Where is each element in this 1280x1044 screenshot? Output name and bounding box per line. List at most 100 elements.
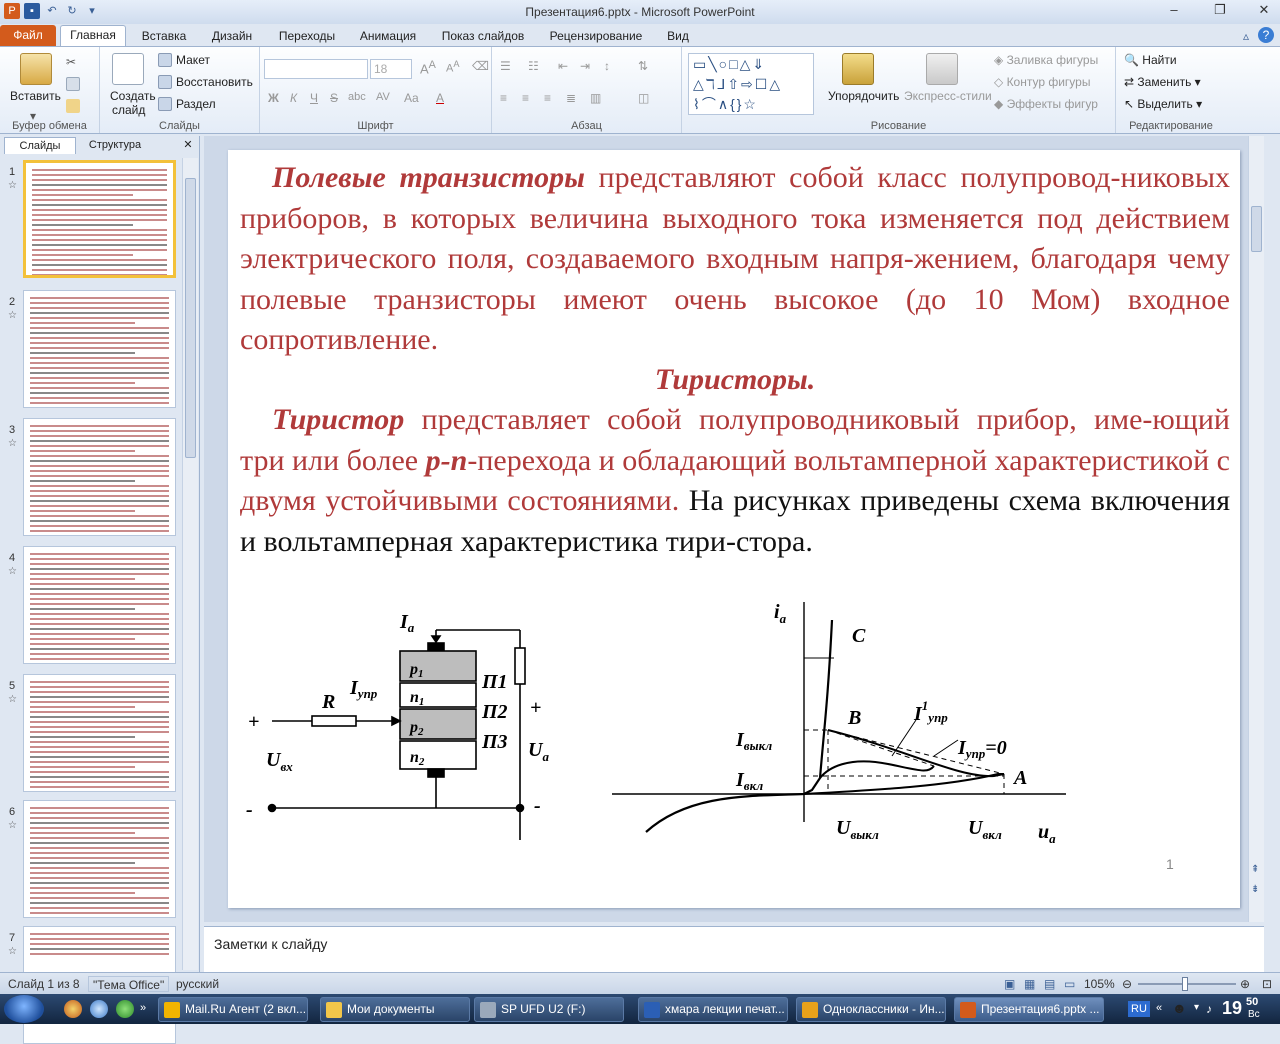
view-reading-icon[interactable]: ▤ — [1040, 976, 1059, 992]
zoom-out-icon[interactable]: ⊖ — [1118, 976, 1136, 992]
new-slide-line2[interactable]: слайд — [112, 103, 145, 117]
language-indicator[interactable]: RU — [1128, 1001, 1150, 1017]
clear-format-icon[interactable]: ⌫ — [472, 59, 489, 73]
replace-button[interactable]: ⇄ Заменить ▾ — [1124, 75, 1201, 89]
tray-arrow-icon[interactable]: ▾ — [1194, 1002, 1199, 1013]
reset-button[interactable]: Восстановить — [176, 75, 253, 89]
slide-canvas[interactable]: Полевые транзисторы представляют собой к… — [228, 150, 1240, 908]
taskbar-item[interactable]: SP UFD U2 (F:) — [474, 997, 624, 1022]
underline-button[interactable]: Ч — [310, 91, 318, 105]
tab-insert[interactable]: Вставка — [134, 27, 194, 46]
copy-icon[interactable] — [66, 77, 80, 91]
tab-transitions[interactable]: Переходы — [272, 27, 342, 46]
status-theme[interactable]: "Тема Office" — [88, 976, 170, 992]
clock-minutes[interactable]: 50 — [1246, 996, 1258, 1008]
tab-review[interactable]: Рецензирование — [544, 27, 648, 46]
strike-button[interactable]: S — [330, 91, 338, 105]
taskbar-item[interactable]: Mail.Ru Агент (2 вкл... — [158, 997, 308, 1022]
shape-fill-button[interactable]: ◈ Заливка фигуры — [994, 53, 1098, 67]
align-center-icon[interactable]: ≡ — [522, 91, 529, 105]
tab-file[interactable]: Файл — [0, 25, 56, 46]
reset-icon[interactable] — [158, 75, 172, 89]
slide-thumbnail[interactable] — [23, 546, 176, 664]
quicklaunch-more-icon[interactable]: » — [140, 1002, 146, 1014]
tab-slides[interactable]: Слайды — [4, 137, 76, 154]
slide-thumbnail[interactable] — [23, 290, 176, 408]
tray-expand-icon[interactable]: « — [1156, 1002, 1162, 1014]
ribbon-collapse-icon[interactable]: ▵ — [1238, 27, 1254, 46]
section-icon[interactable] — [158, 97, 172, 111]
zoom-level[interactable]: 105% — [1080, 976, 1119, 992]
shape-effects-button[interactable]: ◆ Эффекты фигур — [994, 97, 1098, 111]
shapes-gallery[interactable]: ▭╲○□△⇓ △ℸᒧ⇧⇨☐△ ⌇⌒∧{}☆ — [688, 53, 814, 115]
slide-thumbnail[interactable] — [23, 674, 176, 792]
new-slide-icon[interactable] — [112, 53, 144, 85]
editor-scrollbar[interactable]: ⇞ ⇟ — [1248, 136, 1264, 922]
tab-slideshow[interactable]: Показ слайдов — [436, 27, 530, 46]
layout-icon[interactable] — [158, 53, 172, 67]
align-right-icon[interactable]: ≡ — [544, 91, 551, 105]
cut-icon[interactable]: ✂ — [66, 55, 80, 69]
columns-icon[interactable]: ▥ — [590, 91, 601, 105]
help-icon[interactable]: ? — [1258, 27, 1274, 43]
tab-home[interactable]: Главная — [60, 25, 126, 46]
ie-quicklaunch-icon[interactable] — [90, 1000, 108, 1018]
find-button[interactable]: 🔍 Найти — [1124, 53, 1177, 67]
slide-thumbnail[interactable] — [23, 160, 176, 278]
start-button[interactable] — [4, 995, 44, 1023]
panel-close-icon[interactable]: ✕ — [180, 137, 196, 154]
zoom-in-icon[interactable]: ⊕ — [1236, 976, 1254, 992]
taskbar-item[interactable]: Одноклассники - Ин... — [796, 997, 946, 1022]
media-quicklaunch-icon[interactable] — [116, 1000, 134, 1018]
tab-outline[interactable]: Структура — [80, 137, 150, 154]
text-direction-icon[interactable]: ⇅ — [638, 59, 648, 73]
font-size-combo[interactable]: 18 — [370, 59, 412, 79]
slide-thumbnail[interactable] — [23, 418, 176, 536]
view-slideshow-icon[interactable]: ▭ — [1060, 976, 1079, 992]
zoom-slider-thumb[interactable] — [1182, 977, 1188, 991]
italic-button[interactable]: К — [290, 91, 297, 105]
taskbar-item[interactable]: Мои документы — [320, 997, 470, 1022]
font-name-combo[interactable] — [264, 59, 368, 79]
case-button[interactable]: Aa — [404, 91, 419, 105]
layout-button[interactable]: Макет — [176, 53, 210, 67]
taskbar-item[interactable]: хмара лекции печат... — [638, 997, 788, 1022]
minimize-button[interactable]: – — [1160, 0, 1188, 20]
bold-button[interactable]: Ж — [268, 91, 279, 105]
shadow-button[interactable]: abc — [348, 91, 366, 103]
restore-button[interactable]: ❐ — [1206, 0, 1234, 20]
paste-icon[interactable] — [20, 53, 52, 85]
section-button[interactable]: Раздел — [176, 97, 216, 111]
volume-icon[interactable]: ♪ — [1206, 1002, 1212, 1016]
agent-tray-icon[interactable]: ☻ — [1172, 1000, 1187, 1016]
close-button[interactable]: ✕ — [1250, 0, 1278, 20]
paragraph-field-transistors[interactable]: Полевые транзисторы представляют собой к… — [240, 158, 1230, 361]
view-normal-icon[interactable]: ▣ — [1000, 976, 1019, 992]
shape-outline-button[interactable]: ◇ Контур фигуры — [994, 75, 1090, 89]
quick-styles-button[interactable]: Экспресс-стили — [904, 89, 992, 103]
align-left-icon[interactable]: ≡ — [500, 91, 507, 105]
spacing-button[interactable]: AV — [376, 91, 390, 103]
bullets-icon[interactable]: ☰ — [500, 59, 511, 73]
tab-view[interactable]: Вид — [660, 27, 696, 46]
line-spacing-icon[interactable]: ↕ — [604, 59, 610, 73]
tab-design[interactable]: Дизайн — [204, 27, 260, 46]
quick-styles-icon[interactable] — [926, 53, 958, 85]
prev-slide-icon[interactable]: ⇞ — [1251, 864, 1259, 875]
arrange-icon[interactable] — [842, 53, 874, 85]
panel-scroll-thumb[interactable] — [185, 178, 196, 458]
slide-thumbnail[interactable] — [23, 800, 176, 918]
arrange-button[interactable]: Упорядочить — [828, 89, 899, 103]
paragraph-thyristor[interactable]: Тиристор представляет собой полупроводни… — [240, 400, 1230, 562]
format-painter-icon[interactable] — [66, 99, 80, 113]
taskbar-item[interactable]: Презентация6.pptx ... — [954, 997, 1104, 1022]
font-color-button[interactable]: A — [436, 91, 444, 105]
increase-indent-icon[interactable]: ⇥ — [580, 59, 590, 73]
numbering-icon[interactable]: ☷ — [528, 59, 539, 73]
view-sorter-icon[interactable]: ▦ — [1020, 976, 1039, 992]
browser-quicklaunch-icon[interactable] — [64, 1000, 82, 1018]
grow-font-icon[interactable]: AA — [420, 59, 436, 76]
shrink-font-icon[interactable]: AA — [446, 59, 459, 75]
new-slide-line1[interactable]: Создать — [110, 89, 156, 103]
panel-scrollbar[interactable] — [182, 158, 198, 970]
